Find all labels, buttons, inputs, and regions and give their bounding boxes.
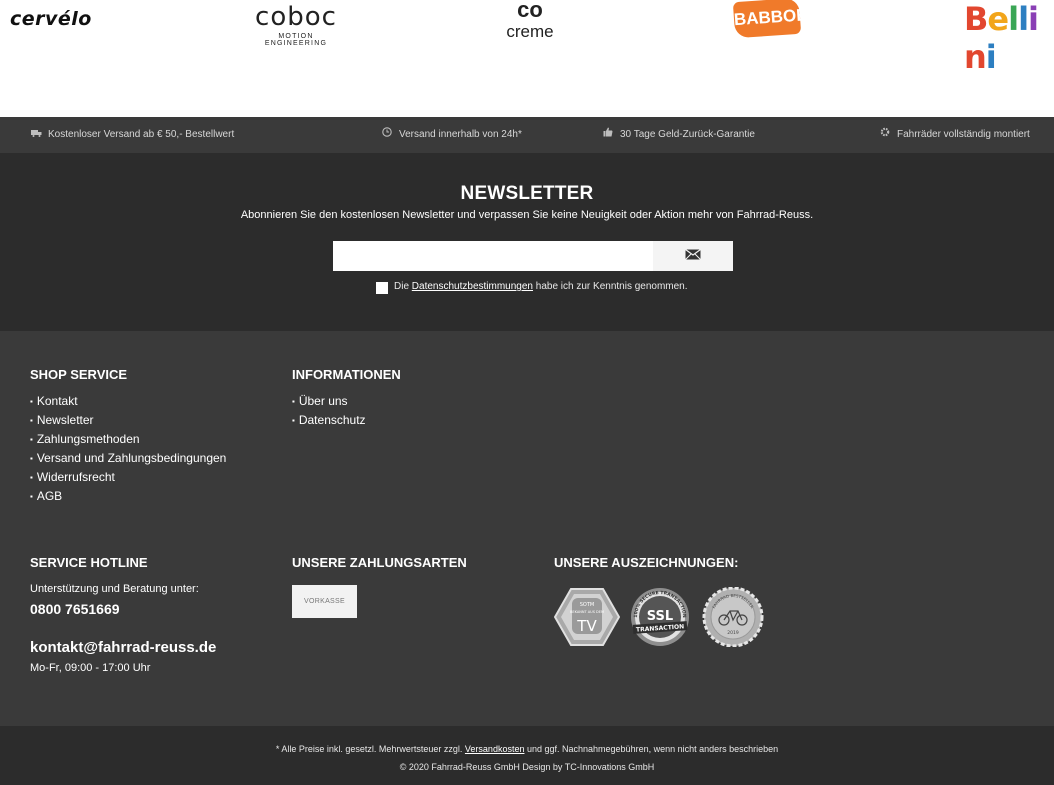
usp-bar: Kostenloser Versand ab € 50,- Bestellwer… bbox=[0, 117, 1054, 153]
footer-link-agb[interactable]: AGB bbox=[37, 489, 62, 503]
award-tv-top: SOTM bbox=[580, 602, 594, 608]
footer-link-datenschutz[interactable]: Datenschutz bbox=[299, 413, 366, 427]
hotline-hours: Mo-Fr, 09:00 - 17:00 Uhr bbox=[30, 662, 151, 674]
award-tv-mid: BEKANNT AUS DEM bbox=[570, 610, 604, 614]
footer-link-kontakt[interactable]: Kontakt bbox=[37, 394, 78, 408]
newsletter-email-input[interactable] bbox=[333, 241, 653, 271]
coboc-wordmark: coboc bbox=[255, 2, 337, 32]
bellini-letter: n bbox=[964, 38, 987, 76]
hotline-phone[interactable]: 0800 7651669 bbox=[30, 601, 120, 617]
brand-logo-coboc[interactable]: coboc MOTION ENGINEERING bbox=[246, 2, 346, 47]
creme-wordmark: creme bbox=[506, 22, 554, 41]
award-tv-badge: SOTM BEKANNT AUS DEM TV bbox=[554, 588, 620, 646]
newsletter-submit-button[interactable] bbox=[653, 241, 733, 271]
usp-assembled-text: Fahrräder vollständig montiert bbox=[897, 129, 1030, 140]
footer-link-ueber-uns[interactable]: Über uns bbox=[299, 394, 348, 408]
footer-link-item: Zahlungsmethoden bbox=[30, 430, 226, 449]
bellini-letter: e bbox=[987, 0, 1009, 38]
footer-link-item: Widerrufsrecht bbox=[30, 468, 226, 487]
usp-shipping-time-text: Versand innerhalb von 24h* bbox=[399, 129, 522, 140]
newsletter-description: Abonnieren Sie den kostenlosen Newslette… bbox=[240, 209, 814, 221]
coboc-tagline: MOTION ENGINEERING bbox=[264, 33, 328, 47]
brand-logo-creme[interactable]: co creme bbox=[498, 0, 562, 42]
hotline-label: Unterstützung und Beratung unter: bbox=[30, 583, 199, 595]
hotline-email-link[interactable]: kontakt@fahrrad-reuss.de bbox=[30, 639, 216, 656]
award-bestseller-badge: FAHRRAD BESTSELLER 2019 bbox=[702, 587, 764, 647]
price-note-prefix: * Alle Preise inkl. gesetzl. Mehrwertste… bbox=[275, 744, 463, 754]
award-ssl-big: SSL bbox=[647, 609, 673, 624]
copyright-text: © 2020 Fahrrad-Reuss GmbH Design by TC-I… bbox=[399, 762, 655, 772]
bellini-letter: l bbox=[1008, 0, 1019, 38]
shop-service-links: Kontakt Newsletter Zahlungsmethoden Vers… bbox=[30, 392, 227, 506]
footer-link-versand[interactable]: Versand und Zahlungsbedingungen bbox=[37, 451, 227, 465]
usp-shipping-time: Versand innerhalb von 24h* bbox=[381, 117, 522, 153]
brand-strip: cervélo coboc MOTION ENGINEERING co crem… bbox=[0, 0, 1054, 117]
payment-badge-vorkasse: VORKASSE bbox=[292, 585, 357, 618]
footer-link-widerrufsrecht[interactable]: Widerrufsrecht bbox=[37, 470, 115, 484]
newsletter-title: NEWSLETTER bbox=[460, 183, 594, 204]
footer-link-item: Versand und Zahlungsbedingungen bbox=[30, 449, 227, 468]
usp-money-back-text: 30 Tage Geld-Zurück-Garantie bbox=[620, 129, 755, 140]
usp-free-shipping: Kostenloser Versand ab € 50,- Bestellwer… bbox=[30, 117, 234, 153]
informationen-links: Über uns Datenschutz bbox=[292, 392, 366, 430]
price-note: * Alle Preise inkl. gesetzl. Mehrwertste… bbox=[0, 744, 1054, 754]
brand-logo-babboe[interactable]: BABBOE bbox=[732, 0, 808, 39]
bellini-letter: i bbox=[1028, 0, 1039, 38]
truck-icon bbox=[30, 117, 42, 153]
brand-logo-cervelo[interactable]: cervélo bbox=[10, 8, 92, 30]
shipping-costs-link[interactable]: Versandkosten bbox=[465, 744, 525, 754]
footer-link-newsletter[interactable]: Newsletter bbox=[37, 413, 94, 427]
price-note-suffix: und ggf. Nachnahmegebühren, wenn nicht a… bbox=[526, 744, 779, 754]
footer-link-item: Kontakt bbox=[30, 392, 226, 411]
informationen-title: INFORMATIONEN bbox=[292, 367, 401, 382]
footer-link-zahlungsmethoden[interactable]: Zahlungsmethoden bbox=[37, 432, 140, 446]
award-best-year: 2019 bbox=[727, 630, 739, 636]
consent-suffix: habe ich zur Kenntnis genommen. bbox=[535, 281, 688, 292]
footer-link-item: AGB bbox=[30, 487, 226, 506]
gear-icon bbox=[879, 117, 891, 153]
usp-free-shipping-text: Kostenloser Versand ab € 50,- Bestellwer… bbox=[48, 129, 235, 140]
bellini-letter: i bbox=[985, 38, 997, 76]
envelope-icon bbox=[685, 247, 701, 264]
thumbs-up-icon bbox=[602, 117, 614, 153]
bellini-letter: B bbox=[964, 0, 988, 38]
clock-icon bbox=[381, 117, 393, 153]
brand-logo-bellini[interactable]: Bellini bbox=[964, 0, 1054, 76]
footer-link-item: Datenschutz bbox=[292, 411, 366, 430]
footer-bottom-bar: * Alle Preise inkl. gesetzl. Mehrwertste… bbox=[0, 726, 1054, 785]
usp-money-back: 30 Tage Geld-Zurück-Garantie bbox=[602, 117, 755, 153]
hotline-title: SERVICE HOTLINE bbox=[30, 555, 148, 570]
consent-prefix: Die bbox=[394, 281, 410, 292]
payments-title: UNSERE ZAHLUNGSARTEN bbox=[292, 555, 467, 570]
usp-assembled: Fahrräder vollständig montiert bbox=[879, 117, 1030, 153]
privacy-consent-checkbox[interactable] bbox=[376, 282, 388, 294]
bellini-wordmark: Bellini bbox=[964, 0, 1054, 76]
award-tv-big: TV bbox=[576, 617, 597, 635]
footer-main: SHOP SERVICE Kontakt Newsletter Zahlungs… bbox=[0, 331, 1054, 726]
bellini-letter: l bbox=[1018, 0, 1029, 38]
footer-link-item: Newsletter bbox=[30, 411, 226, 430]
creme-mark: co bbox=[517, 0, 543, 22]
awards-title: UNSERE AUSZEICHNUNGEN: bbox=[554, 555, 739, 570]
privacy-consent-label: Die Datenschutzbestimmungen habe ich zur… bbox=[394, 281, 688, 292]
newsletter-section: NEWSLETTER Abonnieren Sie den kostenlose… bbox=[0, 153, 1054, 331]
privacy-policy-link[interactable]: Datenschutzbestimmungen bbox=[412, 281, 533, 292]
shop-service-title: SHOP SERVICE bbox=[30, 367, 128, 382]
award-ssl-badge: 100% SECURE TRANSACTION SSL TRANSACTION bbox=[631, 588, 689, 646]
footer-link-item: Über uns bbox=[292, 392, 366, 411]
